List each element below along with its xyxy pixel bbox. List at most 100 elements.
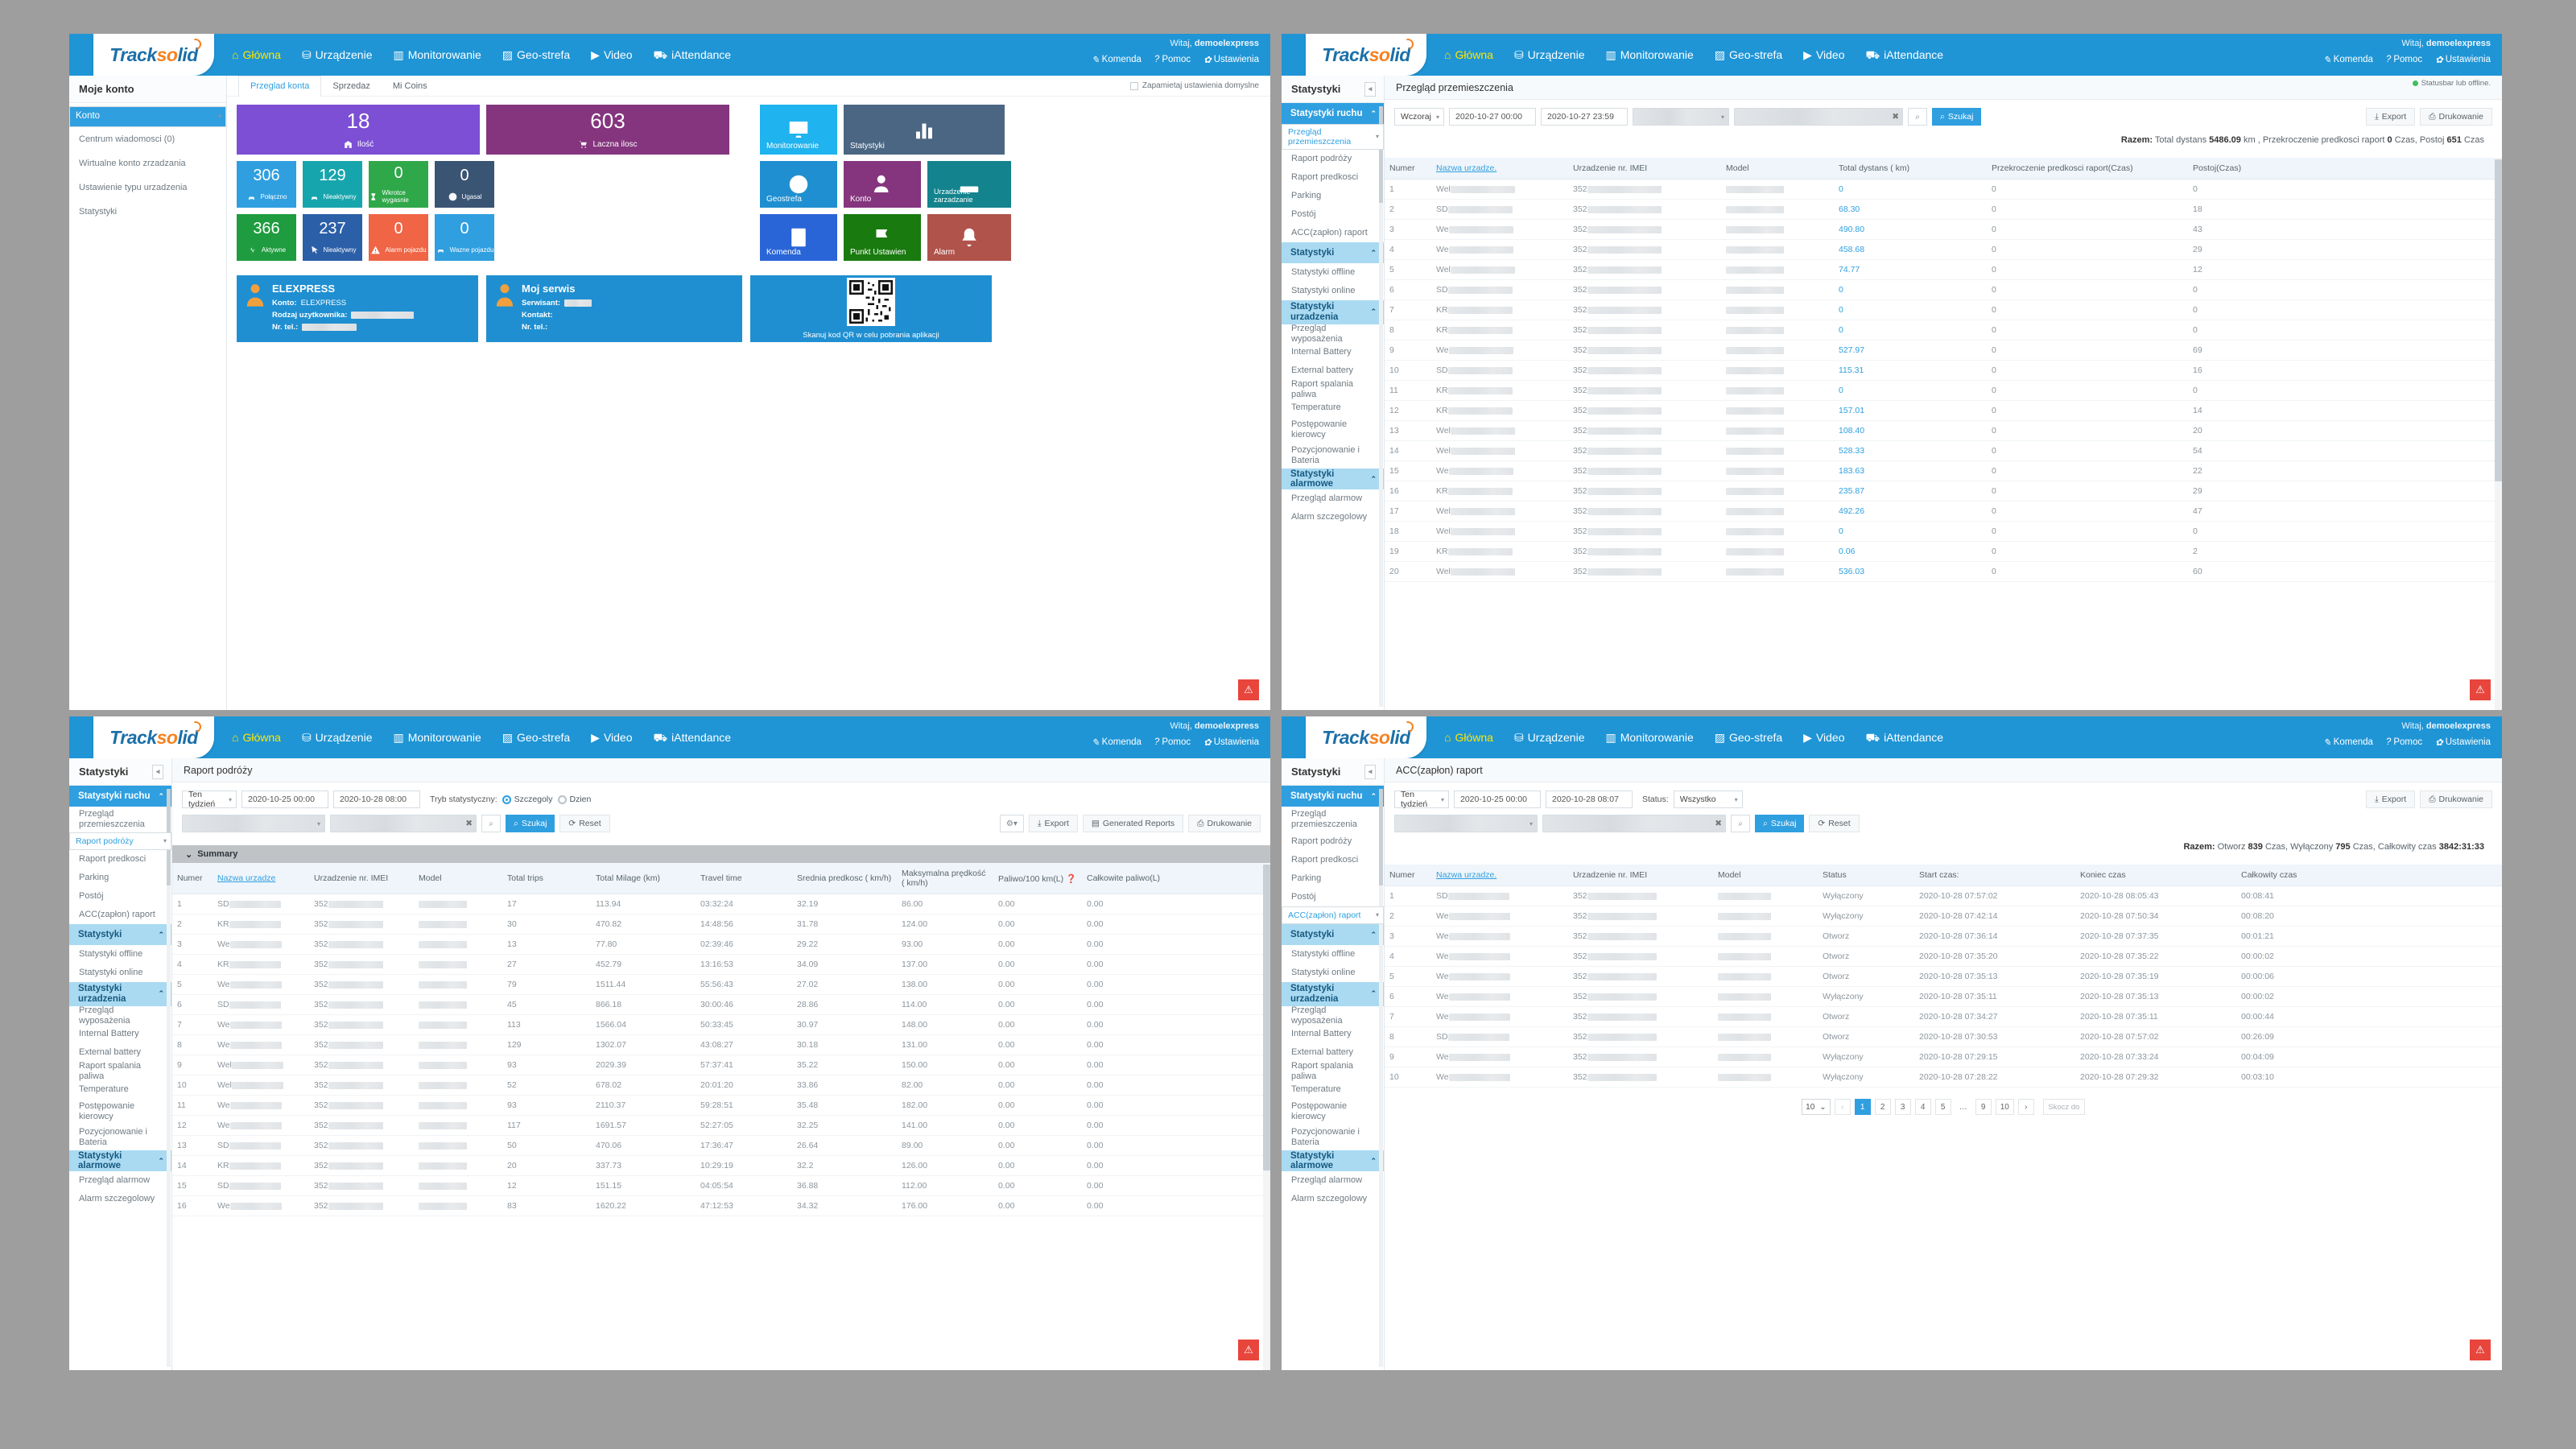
stat-tile-laczna-ilosc[interactable]: 603 Laczna ilosc (486, 105, 729, 155)
sidebar-item-statystyki-online[interactable]: Statystyki online (69, 964, 171, 982)
default-settings-checkbox[interactable]: Zapamietaj ustawienia domyslne (1129, 81, 1259, 90)
alert-button[interactable]: ⚠ (2470, 1340, 2491, 1360)
alert-button[interactable]: ⚠ (1238, 1340, 1259, 1360)
table-row[interactable]: 7 We 352 113 1566.04 50:33:45 30.97 148.00 0.00 0… (172, 1014, 1270, 1035)
sidebar-item-parking[interactable]: Parking (69, 869, 171, 887)
sidebar-item-statystyki-offline[interactable]: Statystyki offline (69, 945, 171, 964)
col-model[interactable]: Model (1721, 158, 1834, 180)
reset-button[interactable]: ⟳ Reset (559, 815, 610, 832)
sidebar-item-raport-spalania-paliwa[interactable]: Raport spalania paliwa (1282, 1061, 1384, 1081)
page-button-1[interactable]: 1 (1854, 1099, 1871, 1115)
tracksolid-logo[interactable]: Tracksolid (93, 34, 214, 76)
sidebar-item-parking[interactable]: Parking (1282, 187, 1384, 205)
nav-link-monitorowanie[interactable]: ▥ Monitorowanie (1606, 48, 1694, 61)
sidebar-item-alarm-szczegolowy[interactable]: Alarm szczegolowy (1282, 1190, 1384, 1208)
range-preset-select[interactable]: Ten tydzień (1394, 790, 1449, 809)
nav-tile-monitorowanie[interactable]: Monitorowanie (760, 105, 837, 155)
col-imei[interactable]: Urzadzenie nr. IMEI (1568, 158, 1721, 180)
table-row[interactable]: 15 We 352 183.63 0 22 (1385, 460, 2502, 481)
col-total-trips[interactable]: Total trips (502, 863, 591, 894)
nav-link-video[interactable]: ▶ Video (1803, 48, 1844, 61)
col-srednia-predkosc[interactable]: Srednia predkosc ( km/h) (792, 863, 897, 894)
tab-sprzedaz[interactable]: Sprzedaz (321, 76, 381, 97)
sidebar-item-temperature[interactable]: Temperature (1282, 1080, 1384, 1099)
nav-action-pomoc[interactable]: ? Pomoc (1154, 54, 1191, 65)
table-row[interactable]: 8 KR 352 0 0 0 (1385, 320, 2502, 341)
sidebar-item-pozycjonowanie-i-bateria[interactable]: Pozycjonowanie i Bateria (1282, 1125, 1384, 1150)
stat-tile-nieaktywny-2[interactable]: 237 Nieaktywny (303, 214, 362, 261)
sidebar-item-statystyki-online[interactable]: Statystyki online (1282, 964, 1384, 982)
device-search-input[interactable]: ✖ (1542, 815, 1726, 832)
sidebar-group-statystyki[interactable]: Statystyki ⌃ (1282, 242, 1384, 263)
nav-link-urzadzenie[interactable]: ⛁ Urządzenie (302, 731, 373, 744)
export-button[interactable]: ⤓ Export (2366, 791, 2416, 808)
stat-tile-wazne-pojazdu[interactable]: 0 Wazne pojazdu (435, 214, 494, 261)
table-row[interactable]: 10 SD 352 115.31 0 16 (1385, 360, 2502, 381)
sidebar-item-konto[interactable]: Konto (69, 106, 226, 127)
nav-link-urzadzenie[interactable]: ⛁ Urządzenie (302, 48, 373, 61)
table-row[interactable]: 12 KR 352 157.01 0 14 (1385, 400, 2502, 421)
date-from-input[interactable]: 2020-10-25 00:00 (242, 791, 328, 808)
col-numer[interactable]: Numer (172, 863, 213, 894)
col-model[interactable]: Model (414, 863, 502, 894)
nav-tile-urzadzenie-zarzadzanie[interactable]: Urzadzenie zarzadzanie (927, 161, 1011, 208)
clear-icon[interactable]: ✖ (1892, 112, 1899, 122)
col-nazwa-urzadze[interactable]: Nazwa urzadze. (1431, 865, 1568, 886)
table-row[interactable]: 10 Wel 352 52 678.02 20:01:20 33.86 82.00 0.00 0.… (172, 1075, 1270, 1096)
nav-action-komenda[interactable]: ✎ Komenda (2323, 737, 2373, 748)
range-preset-select[interactable]: Wczoraj (1394, 108, 1444, 126)
print-button[interactable]: ⎙ Drukowanie (2420, 791, 2492, 808)
sidebar-item-acc-raport[interactable]: ACC(zapłon) raport (1282, 224, 1384, 242)
table-scrollbar[interactable] (1263, 863, 1270, 1370)
table-row[interactable]: 4 KR 352 27 452.79 13:16:53 34.09 137.00 0.00 0.0… (172, 954, 1270, 975)
sidebar-item-statystyki-offline[interactable]: Statystyki offline (1282, 263, 1384, 282)
nav-link-iattendance[interactable]: ⛟ iAttendance (654, 48, 732, 61)
sidebar-item-raport-predkosci[interactable]: Raport predkosci (69, 850, 171, 869)
nav-link-urzadzenie[interactable]: ⛁ Urządzenie (1514, 731, 1585, 744)
stat-tile-polaczno[interactable]: 306 Połączno (237, 161, 296, 208)
nav-link-glowna[interactable]: ⌂ Główna (1444, 731, 1493, 744)
nav-tile-komenda[interactable]: Komenda (760, 214, 837, 261)
page-button-3[interactable]: 3 (1894, 1099, 1911, 1115)
sidebar-item-internal-battery[interactable]: Internal Battery (69, 1025, 171, 1043)
tracksolid-logo[interactable]: Tracksolid (1306, 716, 1426, 758)
col-numer[interactable]: Numer (1385, 865, 1431, 886)
reset-button[interactable]: ⟳ Reset (1809, 815, 1860, 832)
nav-link-video[interactable]: ▶ Video (591, 731, 632, 744)
sidebar-item-parking[interactable]: Parking (1282, 869, 1384, 888)
sidebar-group-statystyki-urzadzenia[interactable]: Statystyki urzadzenia ⌃ (1282, 982, 1384, 1006)
sidebar-collapse-button[interactable]: ◂ (1364, 81, 1376, 97)
clear-icon[interactable]: ✖ (465, 819, 473, 828)
sidebar-item-temperature[interactable]: Temperature (69, 1080, 171, 1099)
mode-radio-szczegoly[interactable]: Szczegoly (502, 795, 553, 804)
col-paliwo-100[interactable]: Paliwo/100 km(L) ❓ (993, 863, 1082, 894)
nav-link-monitorowanie[interactable]: ▥ Monitorowanie (1606, 731, 1694, 744)
table-scrollbar[interactable] (2495, 158, 2502, 710)
range-preset-select[interactable]: Ten tydzień (182, 790, 237, 809)
table-row[interactable]: 3 We 352 Otworz 2020-10-28 07:36:14 2020-10-2… (1385, 926, 2502, 947)
table-row[interactable]: 9 Wel 352 93 2029.39 57:37:41 35.22 150.00 0.00 0… (172, 1055, 1270, 1075)
table-row[interactable]: 13 Wel 352 108.40 0 20 (1385, 420, 2502, 441)
sidebar-item-postepowanie-kierowcy[interactable]: Postępowanie kierowcy (69, 1099, 171, 1125)
table-row[interactable]: 5 We 352 Otworz 2020-10-28 07:35:13 2020-10-2… (1385, 966, 2502, 987)
date-to-input[interactable]: 2020-10-28 08:07 (1546, 791, 1633, 808)
sidebar-item-statystyki-offline[interactable]: Statystyki offline (1282, 945, 1384, 964)
sidebar-item-przeglad-przemieszczenia[interactable]: Przegląd przemieszczenia (1282, 807, 1384, 832)
nav-tile-geostrefa[interactable]: Geostrefa (760, 161, 837, 208)
page-next-button[interactable]: › (2017, 1099, 2034, 1115)
sidebar-item-external-battery[interactable]: External battery (1282, 1043, 1384, 1062)
date-from-input[interactable]: 2020-10-25 00:00 (1454, 791, 1541, 808)
table-scroll-thumb[interactable] (2495, 159, 2502, 481)
sidebar-item-postoj[interactable]: Postój (69, 887, 171, 906)
summary-collapse-header[interactable]: ⌄ Summary (172, 845, 1270, 863)
sidebar-collapse-button[interactable]: ◂ (1364, 764, 1376, 779)
sidebar-item-przeglad-przemieszczenia[interactable]: Przegląd przemieszczenia (1282, 124, 1384, 150)
table-row[interactable]: 8 We 352 129 1302.07 43:08:27 30.18 131.00 0.00 0… (172, 1034, 1270, 1055)
sidebar-group-statystyki-alarmowe[interactable]: Statystyki alarmowe ⌃ (1282, 1150, 1384, 1171)
sidebar-item-internal-battery[interactable]: Internal Battery (1282, 1025, 1384, 1043)
search-button[interactable]: ⌕ Szukaj (1755, 815, 1805, 832)
table-row[interactable]: 9 We 352 Wyłączony 2020-10-28 07:29:15 2020-1… (1385, 1046, 2502, 1067)
sidebar-item-pozycjonowanie-i-bateria[interactable]: Pozycjonowanie i Bateria (69, 1125, 171, 1150)
table-row[interactable]: 11 We 352 93 2110.37 59:28:51 35.48 182.00 0.00 0… (172, 1095, 1270, 1116)
nav-action-ustawienia[interactable]: ✿ Ustawienia (1203, 737, 1259, 748)
